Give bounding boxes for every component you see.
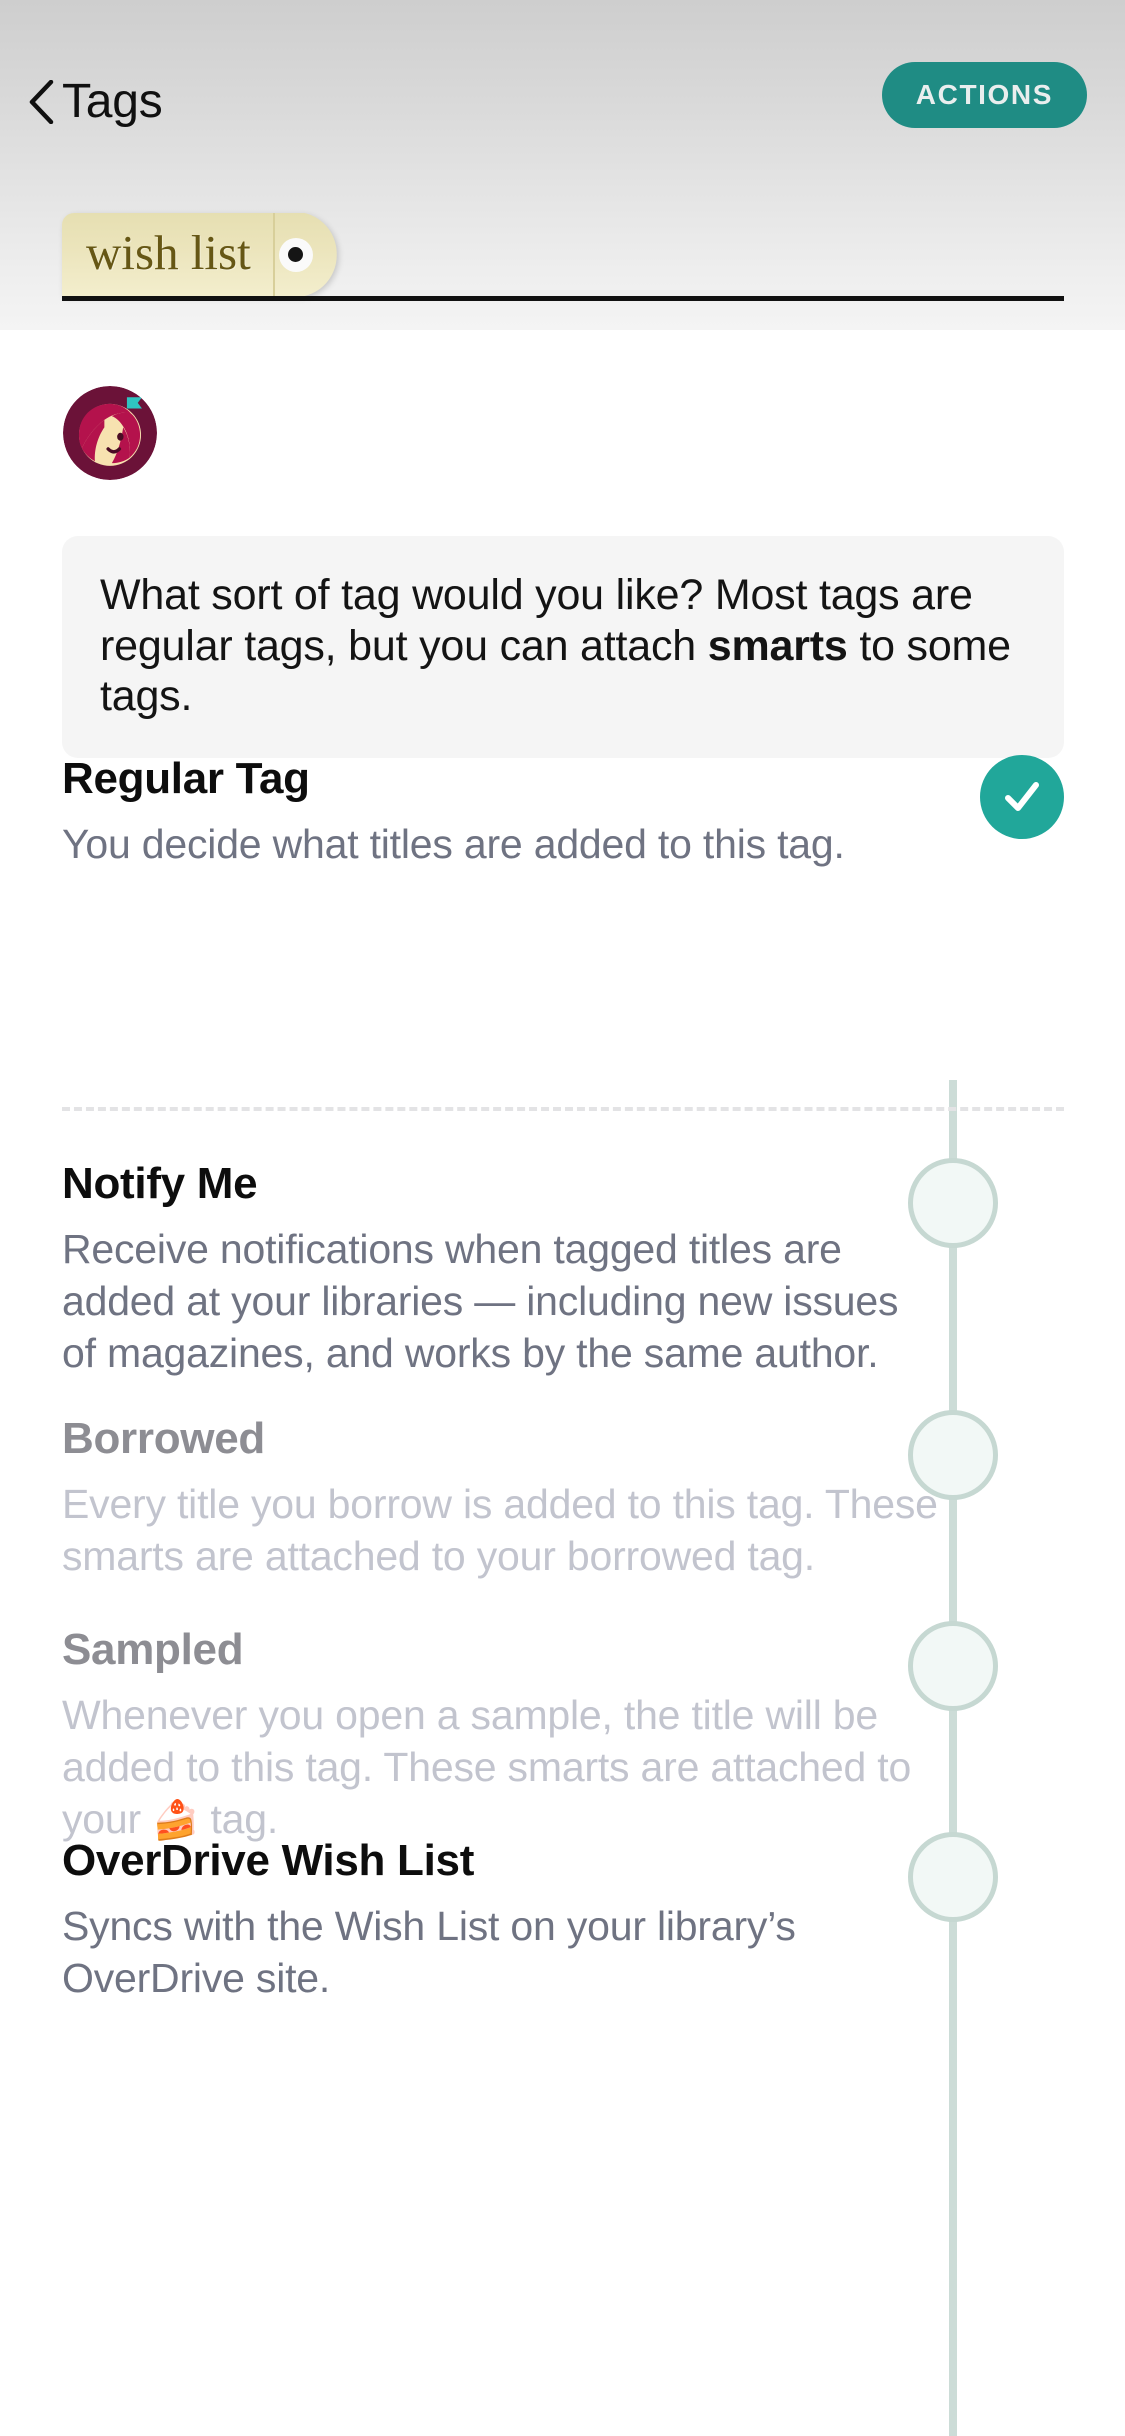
tag-chip[interactable]: wish list	[62, 213, 337, 296]
actions-button[interactable]: ACTIONS	[881, 62, 1087, 128]
assistant-message-bold: smarts	[707, 621, 848, 670]
option-borrowed-bullet[interactable]	[908, 1410, 998, 1500]
tag-chip-body: wish list	[62, 213, 273, 296]
screen-header: Tags ACTIONS wish list	[0, 0, 1125, 330]
actions-button-label: ACTIONS	[915, 79, 1053, 110]
option-overdrive-wish-list-description: Syncs with the Wish List on your library…	[62, 1903, 796, 2002]
assistant-message-text: What sort of tag would you like? Most ta…	[100, 570, 1026, 722]
app-screen: Tags ACTIONS wish list What sort of tag …	[0, 0, 1125, 2436]
chevron-left-icon	[29, 80, 54, 124]
libby-avatar-icon	[63, 386, 157, 480]
back-button[interactable]: Tags	[28, 70, 163, 134]
option-borrowed-description: Every title you borrow is added to this …	[62, 1481, 938, 1580]
option-overdrive-wish-list-bullet[interactable]	[908, 1832, 998, 1922]
option-notify-me-bullet[interactable]	[908, 1158, 998, 1248]
tag-hole-icon	[279, 238, 313, 272]
back-label: Tags	[62, 75, 163, 128]
option-regular-tag-description: You decide what titles are added to this…	[62, 821, 845, 868]
tag-chip-end	[275, 213, 337, 296]
option-regular-tag-check-badge[interactable]	[980, 755, 1064, 839]
option-regular-tag[interactable]: Regular Tag You decide what titles are a…	[62, 754, 1064, 871]
header-underline	[62, 296, 1064, 301]
option-sampled-description-part2: tag.	[199, 1795, 279, 1842]
sheet-body: What sort of tag would you like? Most ta…	[0, 330, 1125, 2436]
tag-chip-divider	[272, 213, 275, 296]
tag-hole-dot	[288, 247, 303, 262]
option-notify-me-description: Receive notifications when tagged titles…	[62, 1226, 899, 1376]
option-sampled-description: Whenever you open a sample, the title wi…	[62, 1690, 942, 1845]
option-regular-tag-title: Regular Tag	[62, 754, 310, 803]
assistant-message-bubble: What sort of tag would you like? Most ta…	[62, 536, 1064, 759]
options-divider	[62, 1107, 1064, 1111]
tag-chip-label: wish list	[86, 225, 251, 280]
option-sampled-bullet[interactable]	[908, 1621, 998, 1711]
check-icon	[1005, 782, 1039, 811]
